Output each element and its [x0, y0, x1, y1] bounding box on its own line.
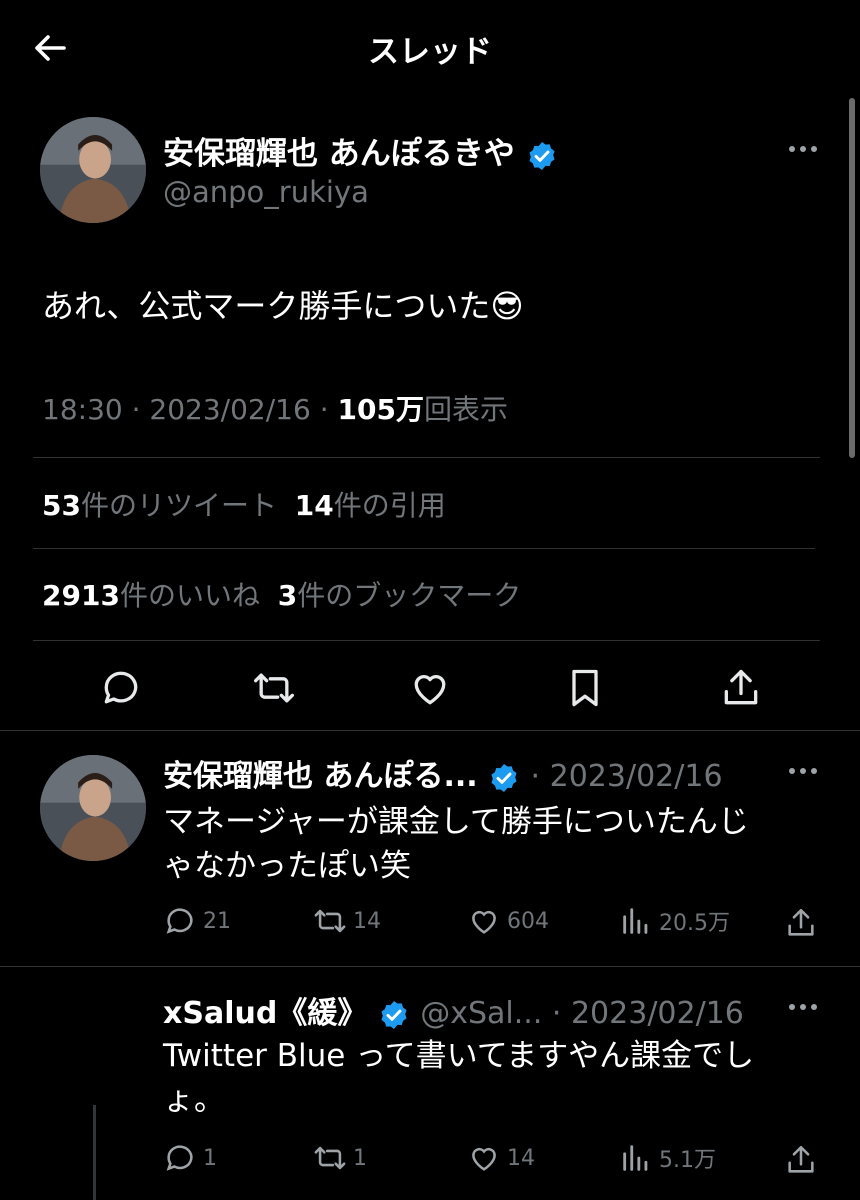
tweet-meta: 18:30 · 2023/02/16 · 105万回表示 — [42, 393, 508, 426]
reply-count: 21 — [203, 908, 231, 934]
like-icon — [472, 1147, 496, 1171]
reply-icon — [166, 908, 193, 934]
reply-text-line: ょ。 — [163, 1082, 225, 1118]
user-handle[interactable]: @xSal... — [420, 996, 542, 1031]
tweet-time[interactable]: 18:30 — [42, 393, 123, 426]
divider — [0, 730, 860, 731]
scrollbar[interactable] — [849, 98, 855, 458]
more-options-icon[interactable] — [788, 766, 818, 776]
more-options-icon[interactable] — [788, 144, 818, 154]
divider — [33, 457, 820, 458]
verified-badge-icon — [491, 763, 517, 792]
views-button[interactable]: 20.5万 — [619, 904, 730, 938]
retweet-count: 14 — [353, 908, 381, 934]
like-count: 604 — [507, 908, 549, 934]
likes-label: 件のいいね — [119, 579, 260, 612]
share-icon[interactable] — [784, 906, 818, 940]
views-count: 105万 — [337, 393, 424, 426]
reply-header: 安保瑠輝也 あんぽる... · 2023/02/16 — [163, 759, 723, 794]
reply-date[interactable]: 2023/02/16 — [571, 996, 744, 1031]
display-name[interactable]: xSalud《緩》 — [163, 996, 367, 1031]
view-count: 20.5万 — [659, 911, 730, 936]
quotes-stat[interactable]: 14件の引用 — [295, 489, 446, 522]
avatar[interactable] — [40, 117, 146, 223]
divider — [0, 966, 860, 967]
retweet-button[interactable]: 1 — [313, 1141, 367, 1175]
share-icon[interactable] — [784, 1143, 818, 1177]
retweet-count: 1 — [353, 1145, 367, 1171]
reply-icon — [166, 1145, 193, 1171]
retweet-icon — [314, 1146, 346, 1170]
reply-header: xSalud《緩》 @xSal... · 2023/02/16 — [163, 996, 744, 1031]
bookmarks-label: 件のブックマーク — [297, 579, 522, 612]
like-bookmark-stats: 2913件のいいね 3件のブックマーク — [42, 574, 521, 614]
like-icon[interactable] — [408, 666, 452, 710]
verified-badge-icon — [529, 141, 555, 170]
views-label: 回表示 — [423, 393, 508, 426]
reply-text-line: ゃなかったぽい笑 — [163, 848, 411, 884]
like-count: 14 — [507, 1145, 535, 1171]
reply-text-line: マネージャーが課金して勝手についたんじ — [163, 804, 749, 840]
top-bar: スレッド — [0, 0, 860, 92]
divider — [33, 548, 815, 549]
retweet-button[interactable]: 14 — [313, 904, 381, 938]
like-button[interactable]: 604 — [467, 904, 549, 938]
quotes-count: 14 — [294, 489, 334, 522]
retweets-stat[interactable]: 53件のリツイート — [42, 489, 277, 522]
like-button[interactable]: 14 — [467, 1141, 535, 1175]
analytics-icon — [623, 1145, 648, 1171]
divider — [33, 640, 820, 641]
retweets-label: 件のリツイート — [80, 489, 277, 522]
reply-text: Twitter Blue って書いてますやん課金でし ょ。 — [163, 1034, 754, 1122]
bookmarks-count: 3 — [277, 579, 298, 612]
reply-button[interactable]: 1 — [163, 1141, 217, 1175]
thread-line — [93, 1105, 96, 1200]
user-handle[interactable]: @anpo_rukiya — [163, 175, 369, 209]
display-name[interactable]: 安保瑠輝也 あんぽる... — [163, 759, 478, 794]
likes-stat[interactable]: 2913件のいいね — [42, 579, 260, 612]
views-button[interactable]: 5.1万 — [619, 1141, 716, 1175]
avatar[interactable] — [40, 755, 146, 861]
display-name[interactable]: 安保瑠輝也 あんぽるきや — [163, 128, 558, 173]
retweet-quote-stats: 53件のリツイート 14件の引用 — [42, 484, 446, 524]
reply-count: 1 — [203, 1145, 217, 1171]
reply-text-line: Twitter Blue って書いてますやん課金でし — [163, 1038, 755, 1074]
reply-text: マネージャーが課金して勝手についたんじ ゃなかったぽい笑 — [163, 800, 749, 888]
display-name-text[interactable]: 安保瑠輝也 あんぽるきや — [163, 136, 515, 172]
more-options-icon[interactable] — [788, 1002, 818, 1012]
reply-button[interactable]: 21 — [163, 904, 231, 938]
verified-badge-icon — [381, 1000, 407, 1029]
bookmark-icon[interactable] — [563, 666, 607, 710]
share-icon[interactable] — [719, 666, 763, 710]
page-title: スレッド — [368, 34, 492, 70]
tweet-date[interactable]: 2023/02/16 — [149, 393, 310, 426]
tweet-text: あれ、公式マーク勝手についた😎 — [42, 287, 524, 325]
retweet-icon[interactable] — [252, 666, 296, 710]
reply-icon[interactable] — [99, 666, 143, 710]
retweet-icon — [314, 909, 346, 933]
analytics-icon — [623, 908, 648, 934]
retweets-count: 53 — [42, 489, 81, 522]
quotes-label: 件の引用 — [333, 489, 446, 522]
likes-count: 2913 — [42, 579, 120, 612]
view-count: 5.1万 — [659, 1148, 716, 1173]
bookmarks-stat[interactable]: 3件のブックマーク — [278, 579, 522, 612]
reply-date[interactable]: 2023/02/16 — [550, 759, 723, 794]
like-icon — [472, 910, 496, 934]
